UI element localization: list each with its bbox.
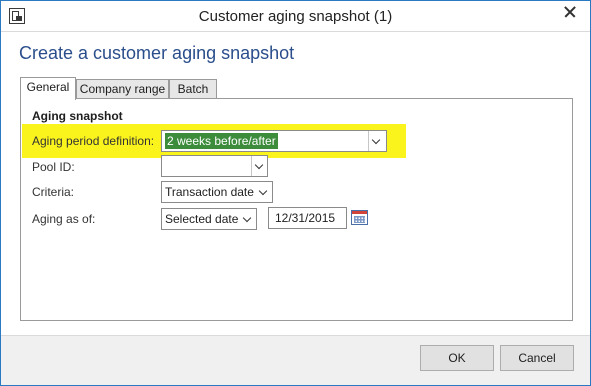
window-title: Customer aging snapshot (1) — [198, 8, 393, 25]
cancel-button[interactable]: Cancel — [500, 345, 574, 371]
chevron-down-icon[interactable] — [256, 182, 272, 202]
dialog-footer: OK Cancel — [1, 335, 590, 385]
aging-period-definition-value: 2 weeks before/after — [165, 133, 278, 149]
tab-batch[interactable]: Batch — [169, 79, 217, 99]
general-tab-panel: Aging snapshot Aging period definition: … — [20, 98, 573, 321]
form-heading: Create a customer aging snapshot — [19, 43, 295, 63]
criteria-dropdown[interactable]: Transaction date — [161, 181, 273, 203]
dialog-window: Customer aging snapshot (1) Create a cus… — [0, 0, 591, 386]
aging-as-of-dropdown[interactable]: Selected date — [161, 208, 257, 230]
chevron-down-icon[interactable] — [368, 131, 386, 151]
dialog-content: Create a customer aging snapshot General… — [1, 31, 590, 335]
chevron-down-icon[interactable] — [240, 209, 256, 229]
pool-id-dropdown[interactable] — [161, 155, 268, 177]
criteria-value: Transaction date — [165, 185, 254, 199]
aging-as-of-value: Selected date — [165, 212, 239, 226]
criteria-label: Criteria: — [32, 185, 75, 199]
title-bar: Customer aging snapshot (1) — [1, 1, 590, 31]
aging-period-definition-label: Aging period definition: — [32, 134, 155, 148]
chevron-down-icon[interactable] — [251, 156, 267, 176]
close-icon[interactable] — [554, 1, 584, 23]
ok-button[interactable]: OK — [420, 345, 494, 371]
tab-company-range[interactable]: Company range — [76, 79, 169, 99]
aging-as-of-label: Aging as of: — [32, 212, 96, 226]
tab-general[interactable]: General — [20, 77, 76, 100]
pool-id-label: Pool ID: — [32, 160, 75, 174]
aging-period-definition-dropdown[interactable]: 2 weeks before/after — [161, 130, 387, 152]
aging-date-input[interactable]: 12/31/2015 — [268, 207, 347, 229]
group-title: Aging snapshot — [32, 109, 123, 123]
calendar-icon[interactable] — [351, 210, 368, 225]
